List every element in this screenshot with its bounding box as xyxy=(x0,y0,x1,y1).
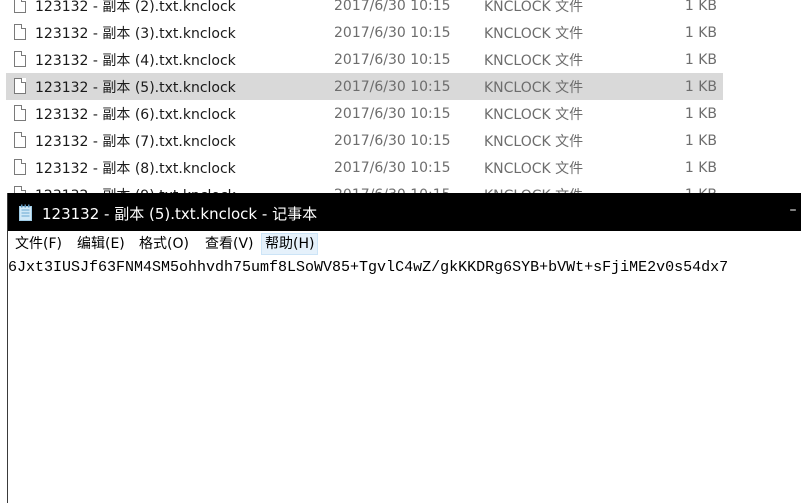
title-bar[interactable]: 123132 - 副本 (5).txt.knclock - 记事本 – xyxy=(8,193,801,231)
file-type: KNCLOCK 文件 xyxy=(484,79,584,96)
menu-file[interactable]: 文件(F) xyxy=(12,233,65,255)
file-date: 2017/6/30 10:15 xyxy=(334,51,451,68)
file-date: 2017/6/30 10:15 xyxy=(334,105,451,122)
file-name: 123132 - 副本 (2).txt.knclock xyxy=(35,0,236,15)
file-type: KNCLOCK 文件 xyxy=(484,133,584,150)
file-row[interactable]: 123132 - 副本 (8).txt.knclock 2017/6/30 10:… xyxy=(6,154,723,181)
file-name: 123132 - 副本 (3).txt.knclock xyxy=(35,25,236,42)
file-name: 123132 - 副本 (6).txt.knclock xyxy=(35,106,236,123)
menu-format[interactable]: 格式(O) xyxy=(136,233,192,255)
file-icon xyxy=(14,105,26,121)
file-name: 123132 - 副本 (8).txt.knclock xyxy=(35,160,236,177)
menu-edit[interactable]: 编辑(E) xyxy=(74,233,128,255)
file-row[interactable]: 123132 - 副本 (5).txt.knclock 2017/6/30 10:… xyxy=(6,73,723,100)
menu-bar: 文件(F) 编辑(E) 格式(O) 查看(V) 帮助(H) xyxy=(8,231,801,255)
file-date: 2017/6/30 10:15 xyxy=(334,132,451,149)
file-name: 123132 - 副本 (7).txt.knclock xyxy=(35,133,236,150)
text-editor[interactable]: 6Jxt3IUSJf63FNM4SM5ohhvdh75umf8LSoWV85+T… xyxy=(8,255,801,503)
file-list: 123132 - 副本 (2).txt.knclock 2017/6/30 10:… xyxy=(0,0,801,208)
file-icon xyxy=(14,132,26,148)
file-icon xyxy=(14,24,26,40)
minimize-button[interactable]: – xyxy=(786,201,800,219)
file-date: 2017/6/30 10:15 xyxy=(334,78,451,95)
file-row[interactable]: 123132 - 副本 (6).txt.knclock 2017/6/30 10:… xyxy=(6,100,723,127)
menu-help[interactable]: 帮助(H) xyxy=(261,233,319,255)
file-size: 1 KB xyxy=(684,159,717,176)
file-name: 123132 - 副本 (5).txt.knclock xyxy=(35,79,236,96)
file-icon xyxy=(14,159,26,175)
editor-content: 6Jxt3IUSJf63FNM4SM5ohhvdh75umf8LSoWV85+T… xyxy=(8,259,729,276)
file-row[interactable]: 123132 - 副本 (2).txt.knclock 2017/6/30 10:… xyxy=(6,0,723,19)
file-date: 2017/6/30 10:15 xyxy=(334,0,451,14)
menu-view[interactable]: 查看(V) xyxy=(202,233,257,255)
file-icon xyxy=(14,0,26,13)
file-type: KNCLOCK 文件 xyxy=(484,106,584,123)
file-size: 1 KB xyxy=(684,132,717,149)
file-size: 1 KB xyxy=(684,105,717,122)
file-size: 1 KB xyxy=(684,78,717,95)
notepad-window: 123132 - 副本 (5).txt.knclock - 记事本 – 文件(F… xyxy=(7,193,801,503)
file-name: 123132 - 副本 (4).txt.knclock xyxy=(35,52,236,69)
file-icon xyxy=(14,78,26,94)
file-type: KNCLOCK 文件 xyxy=(484,52,584,69)
file-icon xyxy=(14,51,26,67)
file-type: KNCLOCK 文件 xyxy=(484,160,584,177)
file-size: 1 KB xyxy=(684,24,717,41)
window-title: 123132 - 副本 (5).txt.knclock - 记事本 xyxy=(42,205,318,223)
file-type: KNCLOCK 文件 xyxy=(484,25,584,42)
file-row[interactable]: 123132 - 副本 (3).txt.knclock 2017/6/30 10:… xyxy=(6,19,723,46)
file-date: 2017/6/30 10:15 xyxy=(334,159,451,176)
file-row[interactable]: 123132 - 副本 (7).txt.knclock 2017/6/30 10:… xyxy=(6,127,723,154)
file-row[interactable]: 123132 - 副本 (4).txt.knclock 2017/6/30 10:… xyxy=(6,46,723,73)
file-size: 1 KB xyxy=(684,0,717,14)
file-size: 1 KB xyxy=(684,51,717,68)
file-type: KNCLOCK 文件 xyxy=(484,0,584,15)
notepad-icon xyxy=(19,204,32,221)
file-date: 2017/6/30 10:15 xyxy=(334,24,451,41)
